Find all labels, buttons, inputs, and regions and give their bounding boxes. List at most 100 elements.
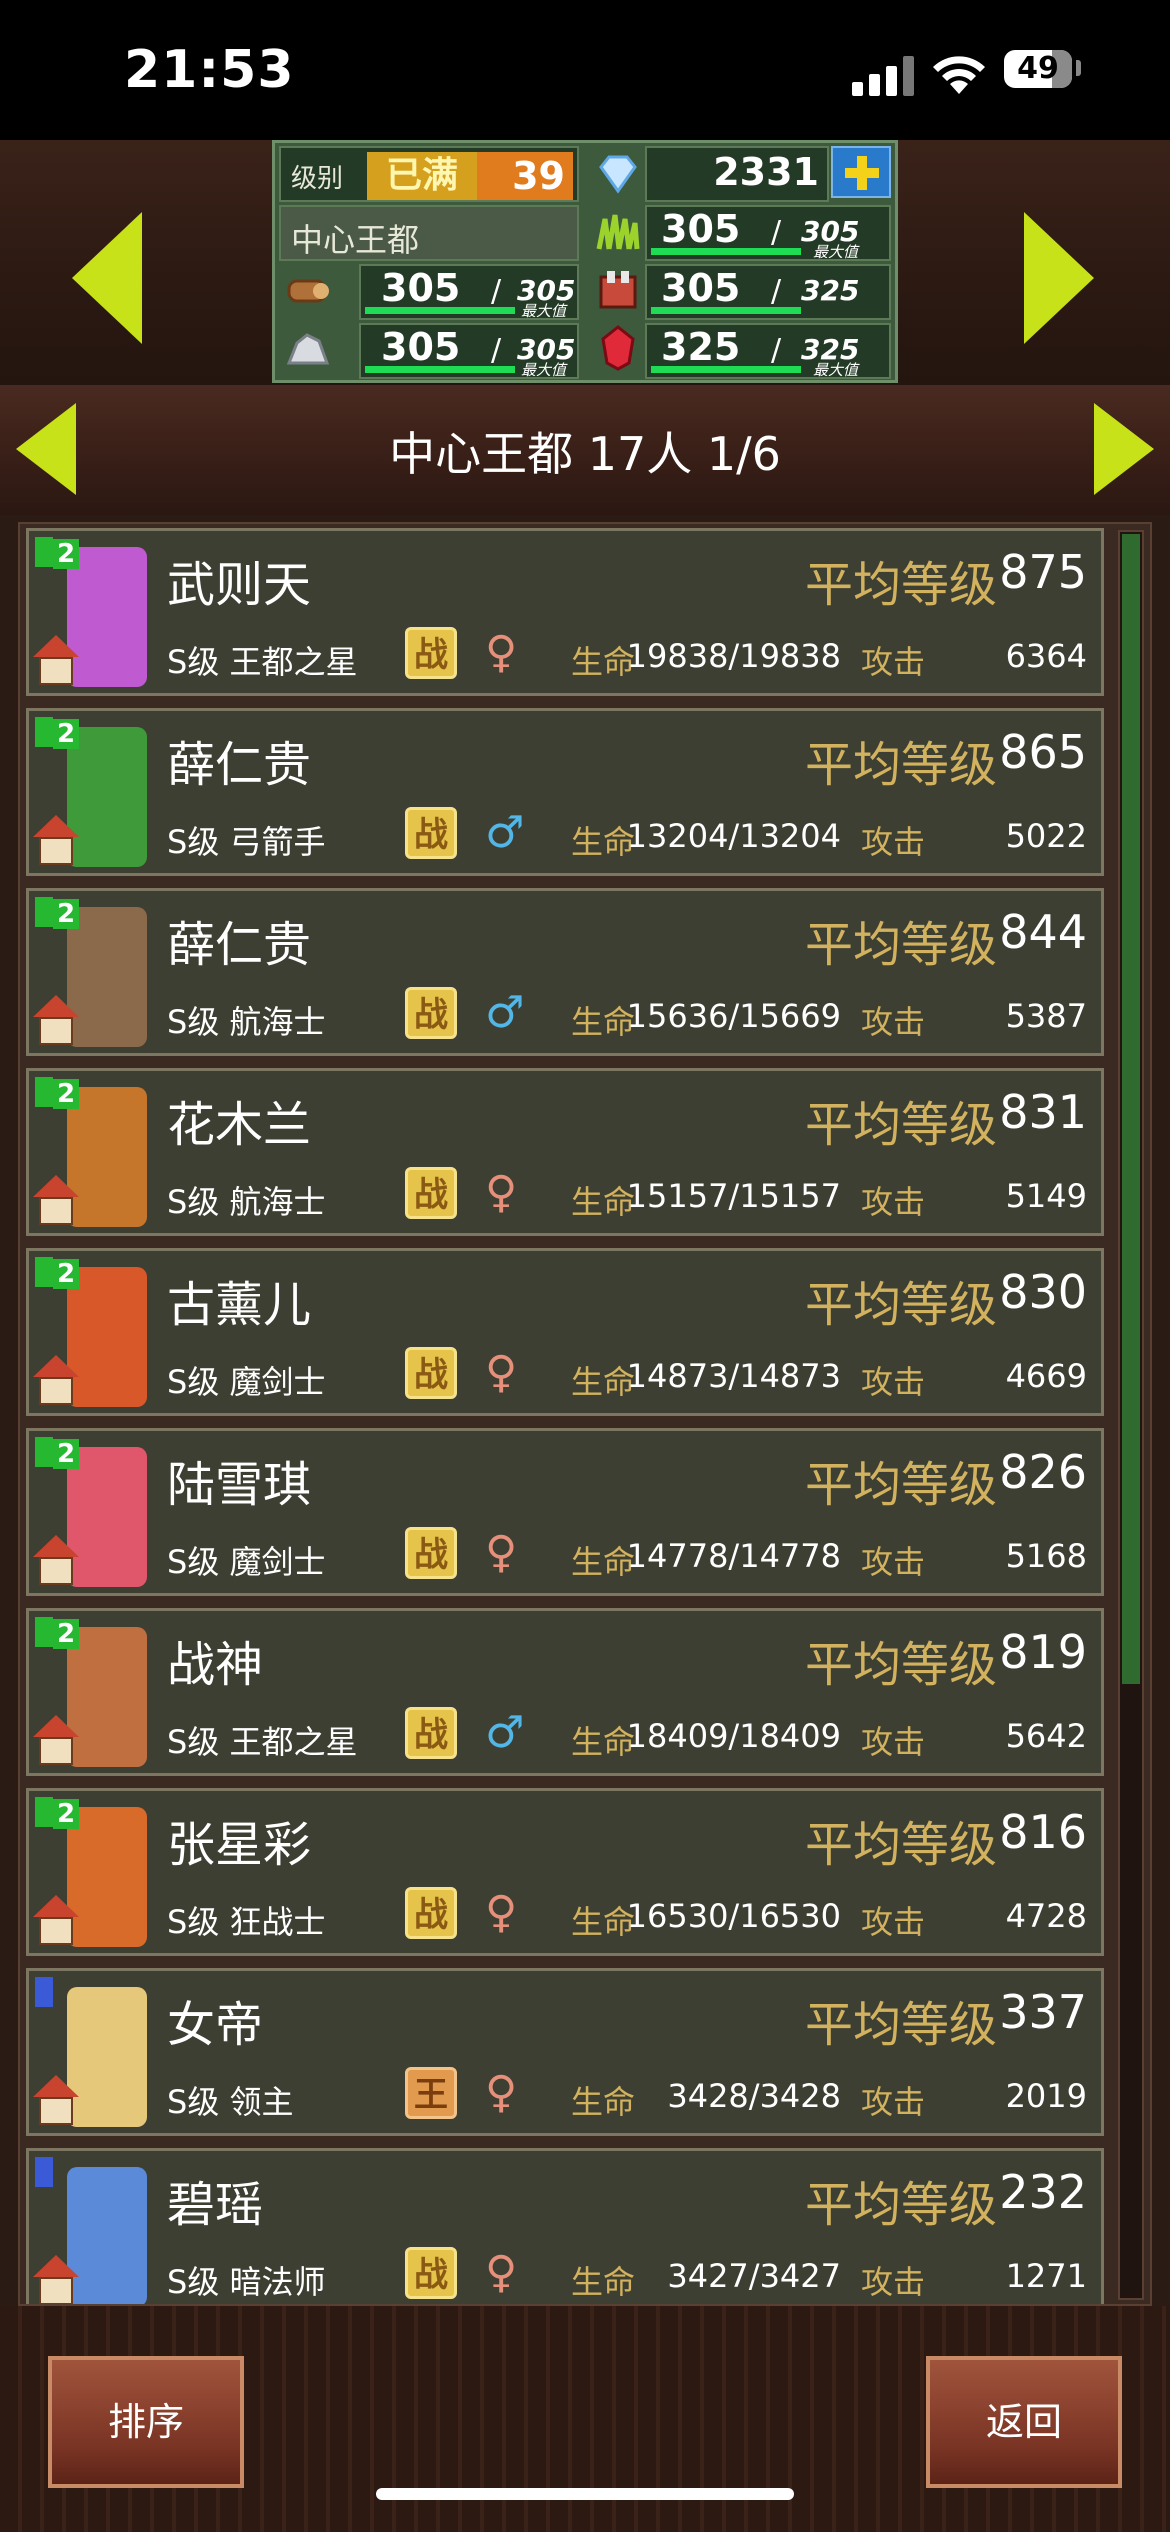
cellular-signal-icon (852, 56, 916, 96)
rank-up-icon (35, 1617, 53, 1647)
next-town-arrow-icon[interactable] (1024, 212, 1094, 344)
avg-level-label: 平均等级 (804, 1997, 997, 2053)
house-icon (33, 1175, 79, 1227)
level-cell: 级别 已满 39 (279, 146, 579, 202)
ruby-cell: 325 / 325 最大值 (645, 323, 891, 379)
character-row[interactable]: 2 张星彩 平均等级 816 S级 狂战士 战 ♀ 生命 16530/16530 攻击 4728 (26, 1788, 1104, 1956)
job-badge: 战 (405, 1707, 457, 1759)
avg-level-label: 平均等级 (804, 1277, 997, 1333)
food-current: 305 (661, 266, 741, 310)
scroll-thumb[interactable] (1122, 534, 1140, 1684)
rank-number: 2 (53, 1799, 79, 1829)
character-avatar: 2 (31, 1073, 161, 1231)
character-row[interactable]: 2 古薰儿 平均等级 830 S级 魔剑士 战 ♀ 生命 14873/14873 攻击 4669 (26, 1248, 1104, 1416)
job-badge: 战 (405, 807, 457, 859)
rank-number: 2 (53, 719, 79, 749)
hp-value: 14778/14778 (626, 1537, 841, 1575)
character-name: 战神 (167, 1637, 264, 1693)
avg-level-value: 875 (999, 545, 1087, 599)
character-sprite (67, 2167, 147, 2304)
male-icon: ♂ (485, 1707, 525, 1758)
wood-max-tag: 最大值 (521, 302, 567, 320)
atk-value: 1271 (1005, 2257, 1087, 2295)
hp-label: 生命 (571, 1903, 636, 1941)
character-class: S级 王都之星 (167, 643, 358, 681)
hp-value: 3427/3427 (667, 2257, 841, 2295)
atk-label: 攻击 (860, 1003, 925, 1041)
job-badge: 战 (405, 987, 457, 1039)
character-name: 碧瑶 (167, 2177, 264, 2233)
character-avatar (31, 1973, 161, 2131)
rank-up-icon (35, 537, 53, 567)
rank-up-icon (35, 1797, 53, 1827)
character-name: 张星彩 (167, 1817, 312, 1873)
avg-level-value: 232 (999, 2165, 1087, 2219)
character-sprite (67, 907, 147, 1047)
avg-level-label: 平均等级 (804, 1817, 997, 1873)
wood-bar (365, 307, 515, 314)
ore-current: 305 (381, 325, 461, 369)
sort-button[interactable]: 排序 (48, 2356, 244, 2488)
level-status: 已满 (367, 152, 477, 200)
job-badge: 王 (405, 2067, 457, 2119)
character-avatar: 2 (31, 533, 161, 691)
ruby-icon (601, 325, 635, 371)
character-row[interactable]: 女帝 平均等级 337 S级 领主 王 ♀ 生命 3428/3428 攻击 2019 (26, 1968, 1104, 2136)
house-icon (33, 635, 79, 687)
rank-number: 2 (53, 1619, 79, 1649)
male-icon: ♂ (485, 807, 525, 858)
atk-label: 攻击 (860, 1183, 925, 1221)
character-name: 薛仁贵 (167, 917, 312, 973)
hp-value: 16530/16530 (626, 1897, 841, 1935)
character-list[interactable]: 2 武则天 平均等级 875 S级 王都之星战 ♀ 生命 19838/19838 攻击 6364 2… (18, 522, 1152, 2306)
hp-label: 生命 (571, 1003, 636, 1041)
buy-gems-button[interactable] (831, 146, 891, 198)
character-row[interactable]: 2 战神 平均等级 819 S级 王都之星 战 ♂ 生命 18409/18409 攻击 5642 (26, 1608, 1104, 1776)
wood-icon (287, 279, 329, 303)
job-badge: 战 (405, 1887, 457, 1939)
house-icon (33, 815, 79, 867)
character-row[interactable]: 2 陆雪琪 平均等级 826 S级 魔剑士 战 ♀ 生命 14778/14778 攻击 5168 (26, 1428, 1104, 1596)
avg-level-label: 平均等级 (804, 1457, 997, 1513)
rank-number: 2 (53, 1439, 79, 1469)
character-row[interactable]: 2 薛仁贵 平均等级 844 S级 航海士 战 ♂ 生命 15636/15669 攻击 5387 (26, 888, 1104, 1056)
character-sprite (67, 1627, 147, 1767)
food-cell: 305 / 325 (645, 264, 891, 320)
rank-icon (35, 1977, 53, 2007)
clock: 21:53 (124, 40, 295, 100)
wood-current: 305 (381, 266, 461, 310)
character-sprite (67, 1807, 147, 1947)
character-class: S级 暗法师 (167, 2263, 326, 2301)
house-icon (33, 995, 79, 1047)
hp-label: 生命 (571, 1363, 636, 1401)
character-sprite (67, 1987, 147, 2127)
prev-town-arrow-icon[interactable] (72, 212, 142, 344)
hp-value: 14873/14873 (626, 1357, 841, 1395)
atk-label: 攻击 (860, 1723, 925, 1761)
resource-panel: 级别 已满 39 2331 中心王都 305 / 305 最大值 305 / 3… (272, 140, 898, 383)
hp-value: 19838/19838 (626, 637, 841, 675)
job-badge: 战 (405, 1347, 457, 1399)
character-class: S级 弓箭手 (167, 823, 326, 861)
avg-level-label: 平均等级 (804, 557, 997, 613)
back-button[interactable]: 返回 (926, 2356, 1122, 2488)
character-sprite (67, 727, 147, 867)
grass-bar (651, 248, 801, 255)
character-row[interactable]: 2 花木兰 平均等级 831 S级 航海士 战 ♀ 生命 15157/15157 攻击 5149 (26, 1068, 1104, 1236)
avg-level-label: 平均等级 (804, 1097, 997, 1153)
battery-level: 49 (1017, 51, 1059, 86)
atk-label: 攻击 (860, 1363, 925, 1401)
character-class: S级 领主 (167, 2083, 294, 2121)
character-class: S级 魔剑士 (167, 1363, 326, 1401)
female-icon: ♀ (485, 2067, 518, 2118)
female-icon: ♀ (485, 1887, 518, 1938)
character-row[interactable]: 2 薛仁贵 平均等级 865 S级 弓箭手 战 ♂ 生命 13204/13204 攻击 5022 (26, 708, 1104, 876)
character-row[interactable]: 碧瑶 平均等级 232 S级 暗法师 战 ♀ 生命 3427/3427 攻击 1271 (26, 2148, 1104, 2304)
character-avatar: 2 (31, 1433, 161, 1591)
home-indicator[interactable] (376, 2488, 794, 2500)
job-badge: 战 (405, 627, 457, 679)
character-row[interactable]: 2 武则天 平均等级 875 S级 王都之星 战 ♀ 生命 19838/19838 攻击 6364 (26, 528, 1104, 696)
character-name: 花木兰 (167, 1097, 312, 1153)
ruby-bar (651, 366, 801, 373)
ore-bar (365, 366, 515, 373)
